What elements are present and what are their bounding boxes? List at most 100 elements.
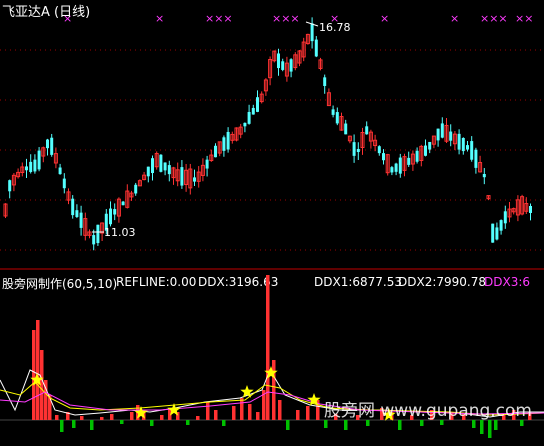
candle-down bbox=[436, 128, 440, 147]
candle-body bbox=[180, 167, 184, 186]
candle-down bbox=[344, 119, 348, 135]
ddx-bar-negative bbox=[480, 420, 484, 434]
candle-body bbox=[440, 123, 444, 138]
candle-up bbox=[16, 168, 21, 179]
candle-body bbox=[37, 150, 41, 170]
candle-body bbox=[424, 145, 427, 156]
candle-up bbox=[360, 127, 365, 155]
candle-up bbox=[125, 184, 130, 209]
candle-body bbox=[470, 141, 474, 160]
candle-body bbox=[398, 157, 402, 174]
candle-down bbox=[226, 127, 230, 153]
candle-body bbox=[247, 111, 251, 124]
candle-body bbox=[356, 148, 360, 153]
candle-up bbox=[326, 88, 331, 107]
candle-down bbox=[71, 195, 75, 219]
candle-body bbox=[495, 227, 499, 240]
ddx-bar-negative bbox=[150, 420, 154, 426]
candle-down bbox=[96, 224, 100, 246]
candle-body bbox=[159, 154, 163, 172]
candle-body bbox=[29, 161, 33, 172]
candle-up bbox=[305, 33, 310, 45]
candle-up bbox=[297, 49, 302, 67]
candle-body bbox=[226, 131, 230, 150]
candle-body bbox=[243, 122, 247, 127]
top-marker: × bbox=[450, 12, 459, 25]
candle-down bbox=[529, 203, 532, 221]
candle-body bbox=[205, 159, 209, 169]
candle-down bbox=[214, 143, 217, 158]
candle-body bbox=[344, 123, 348, 135]
ddx-bar-positive bbox=[232, 406, 236, 420]
top-marker: × bbox=[380, 12, 389, 25]
ddx-bar-positive bbox=[100, 417, 104, 420]
candle-body bbox=[457, 133, 461, 150]
candle-down bbox=[277, 48, 280, 76]
candle-body bbox=[482, 173, 486, 178]
candle-up bbox=[373, 134, 378, 152]
candle-body bbox=[314, 39, 318, 57]
candle-down bbox=[163, 162, 167, 176]
candle-down bbox=[193, 169, 196, 187]
candle-down bbox=[75, 204, 79, 219]
candlestick-chart: × × ××× ××× × × × ××× ××16.7811.03 bbox=[0, 12, 544, 270]
candle-down bbox=[159, 154, 163, 173]
candle-down bbox=[377, 145, 381, 156]
candle-body bbox=[499, 220, 503, 231]
ddx-bar-positive bbox=[160, 415, 164, 420]
candle-body bbox=[323, 77, 327, 86]
candle-up bbox=[272, 50, 277, 63]
candle-body bbox=[407, 157, 411, 165]
candle-up bbox=[154, 151, 159, 170]
ddx-bar-positive bbox=[32, 330, 36, 420]
high-label: 16.78 bbox=[319, 21, 351, 34]
candle-up bbox=[419, 144, 424, 167]
candle-up bbox=[263, 78, 268, 96]
candle-up bbox=[318, 57, 323, 71]
candle-body bbox=[25, 166, 28, 171]
ddx-bar-positive bbox=[214, 410, 218, 420]
candle-down bbox=[180, 160, 184, 189]
candle-down bbox=[390, 165, 394, 176]
top-marker: ××× bbox=[205, 12, 233, 25]
ddx-bar-positive bbox=[248, 404, 252, 420]
candle-body bbox=[331, 109, 335, 115]
candle-body bbox=[62, 178, 66, 189]
ddx-bar-positive bbox=[206, 402, 210, 420]
ddx-bar-negative bbox=[494, 420, 498, 430]
candle-up bbox=[3, 203, 8, 218]
ddx-bar-positive bbox=[256, 412, 260, 420]
ddx-bar-negative bbox=[72, 420, 76, 428]
ddx-bar-positive bbox=[130, 412, 134, 420]
candle-body bbox=[377, 146, 381, 154]
candle-down bbox=[29, 154, 33, 174]
candle-body bbox=[474, 149, 478, 168]
candle-up bbox=[230, 131, 235, 144]
candle-body bbox=[46, 139, 49, 149]
ddx-bar-negative bbox=[488, 420, 492, 438]
candle-down bbox=[247, 104, 251, 125]
candle-body bbox=[503, 211, 507, 224]
candle-body bbox=[449, 131, 453, 141]
ddx-bar-positive bbox=[266, 275, 270, 420]
candle-up bbox=[444, 117, 449, 144]
candle-up bbox=[339, 112, 344, 131]
candle-body bbox=[289, 59, 293, 72]
candle-body bbox=[222, 137, 226, 151]
candle-up bbox=[66, 188, 71, 205]
candle-up bbox=[11, 173, 16, 192]
ddx-bar-positive bbox=[272, 360, 276, 420]
candle-up bbox=[301, 37, 306, 62]
candle-down bbox=[394, 162, 398, 176]
ddx-bar-negative bbox=[222, 420, 226, 426]
candle-down bbox=[335, 107, 339, 126]
price-chart-panel[interactable]: × × ××× ××× × × × ××× ×× 16.78 11.03 飞亚达A (日线) bbox=[0, 0, 544, 270]
candle-body bbox=[365, 126, 369, 135]
candle-down bbox=[440, 117, 444, 139]
candle-down bbox=[92, 229, 96, 251]
candle-down bbox=[289, 58, 293, 78]
candle-down bbox=[113, 203, 117, 221]
candle-up bbox=[238, 123, 243, 139]
ddx-bar-positive bbox=[80, 416, 84, 420]
candle-down bbox=[109, 201, 112, 227]
